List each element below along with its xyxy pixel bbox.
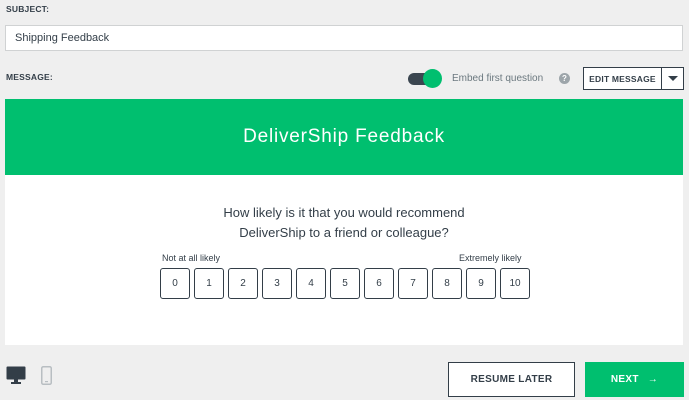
email-preview: DeliverShip Feedback How likely is it th… xyxy=(5,99,683,345)
subject-label: SUBJECT: xyxy=(6,4,50,14)
edit-message-group: EDIT MESSAGE xyxy=(583,67,684,90)
resume-later-button[interactable]: RESUME LATER xyxy=(448,362,575,397)
scale-option-2[interactable]: 2 xyxy=(228,268,258,299)
subject-input[interactable] xyxy=(5,25,683,51)
scale-option-10[interactable]: 10 xyxy=(500,268,530,299)
scale-option-8[interactable]: 8 xyxy=(432,268,462,299)
scale-option-1[interactable]: 1 xyxy=(194,268,224,299)
next-button[interactable]: NEXT → xyxy=(585,362,684,397)
mobile-icon[interactable] xyxy=(41,366,52,390)
chevron-down-icon xyxy=(667,76,678,81)
scale-option-5[interactable]: 5 xyxy=(330,268,360,299)
question-line-2: DeliverShip to a friend or colleague? xyxy=(239,225,449,240)
edit-message-dropdown[interactable] xyxy=(662,68,683,89)
embed-question-label: Embed first question xyxy=(452,73,544,84)
scale-option-7[interactable]: 7 xyxy=(398,268,428,299)
question-line-1: How likely is it that you would recommen… xyxy=(223,205,465,220)
scale-option-0[interactable]: 0 xyxy=(160,268,190,299)
survey-title: DeliverShip Feedback xyxy=(243,126,445,147)
scale-high-label: Extremely likely xyxy=(459,253,522,263)
message-label: MESSAGE: xyxy=(6,72,53,82)
desktop-icon[interactable] xyxy=(6,366,26,390)
scale-option-9[interactable]: 9 xyxy=(466,268,496,299)
nps-scale: 0 1 2 3 4 5 6 7 8 9 10 xyxy=(160,268,530,299)
survey-question: How likely is it that you would recommen… xyxy=(5,203,683,243)
help-icon[interactable]: ? xyxy=(559,73,570,84)
next-button-label: NEXT xyxy=(610,374,639,385)
scale-option-6[interactable]: 6 xyxy=(364,268,394,299)
scale-option-4[interactable]: 4 xyxy=(296,268,326,299)
survey-banner: DeliverShip Feedback xyxy=(5,99,683,175)
scale-low-label: Not at all likely xyxy=(162,253,221,263)
desktop-icon-svg xyxy=(6,366,26,384)
arrow-right-icon: → xyxy=(647,374,659,385)
embed-question-toggle[interactable] xyxy=(408,69,442,88)
mobile-icon-svg xyxy=(41,366,52,385)
edit-message-button[interactable]: EDIT MESSAGE xyxy=(584,68,662,89)
scale-option-3[interactable]: 3 xyxy=(262,268,292,299)
toggle-knob xyxy=(423,69,442,88)
